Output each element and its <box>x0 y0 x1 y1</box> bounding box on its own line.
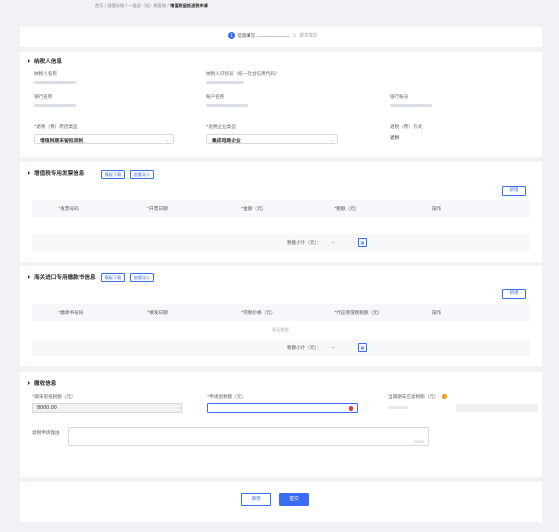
col-payment-no: *缴款书号码 <box>58 311 84 316</box>
step-2: 2 提交成功 <box>291 32 317 39</box>
submit-button[interactable]: 提交 <box>279 493 309 506</box>
apply-amount-input[interactable] <box>207 403 358 413</box>
refund-reason-select[interactable]: 增值税期末留抵退税 ⌄ <box>34 134 174 144</box>
vat-subtotal-row: 税额小计（元）： -- ▦ <box>32 234 530 251</box>
vat-template-download-button[interactable]: 模板下载 <box>101 170 125 179</box>
reason-textarea[interactable]: 0/300 <box>68 427 429 446</box>
customs-empty-text: 暂无数据 <box>272 327 289 332</box>
vat-subtotal: 税额小计（元）： -- <box>287 241 335 246</box>
caret-icon <box>28 170 30 175</box>
step-1-number: 1 <box>228 32 235 39</box>
footer-bar: 保存 提交 <box>20 482 542 522</box>
breadcrumb-home[interactable]: 首页 <box>95 3 103 8</box>
enterprise-type-label: *退税企业类型 <box>206 125 236 130</box>
calculator-icon[interactable]: ▦ <box>358 238 367 247</box>
taxpayer-id-label: 纳税人识别号（统一社会信用代码） <box>206 72 280 77</box>
collection-title: 缴收信息 <box>28 379 56 387</box>
customs-add-button[interactable]: 新增 <box>502 289 526 299</box>
refund-method-label: 退税（费）方式 <box>390 125 423 130</box>
col-amount: *金额（元） <box>241 207 267 212</box>
col-duty-price: *完税价格（元） <box>241 311 276 316</box>
taxpayer-id-value <box>206 81 244 84</box>
step-divider <box>257 35 289 37</box>
breadcrumb-current: 增值税留抵退税申请 <box>170 3 208 8</box>
save-button[interactable]: 保存 <box>241 493 271 506</box>
vat-add-button[interactable]: 新增 <box>502 186 526 196</box>
refund-reason-label: *退税（费）原因类型 <box>34 125 78 130</box>
caret-icon <box>28 274 30 279</box>
col-action: 操作 <box>432 311 442 316</box>
taxpayer-name-label: 纳税人名称 <box>34 72 57 77</box>
col-issue-date: *填发日期 <box>147 311 168 316</box>
col-vat-collected: *代征增值税税额（元） <box>334 311 383 316</box>
refund-method-value: 退税 <box>390 136 400 141</box>
apply-amount-label: *申请退税额（元） <box>207 395 247 400</box>
col-invoice-no: *发票号码 <box>58 207 79 212</box>
customs-batch-import-button[interactable]: 批量导入 <box>130 273 154 282</box>
step-1: 1 信息填写 <box>228 32 255 39</box>
account-name-value <box>206 104 248 107</box>
account-no-label: 银行账号 <box>390 95 409 100</box>
error-dot-icon <box>348 406 353 411</box>
customs-subtotal-row: 税额小计（元）： -- ▦ <box>32 339 530 356</box>
account-no-value <box>390 104 432 107</box>
period-end-input[interactable]: 8000.00 <box>32 403 182 413</box>
breadcrumb-tax[interactable]: 我要办税 <box>107 3 124 8</box>
breadcrumb-refund[interactable]: 一般退（抵）税管理 <box>128 3 166 8</box>
stepper-card: 1 信息填写 2 提交成功 <box>20 27 542 47</box>
enterprise-type-select[interactable]: 集成电路企业 ⌄ <box>206 134 338 144</box>
bank-name-label: 银行名称 <box>34 95 53 100</box>
customs-title: 海关进口专用缴款书信息 <box>28 273 96 281</box>
customs-section: 海关进口专用缴款书信息 模板下载 批量导入 新增 *缴款书号码 *填发日期 *完… <box>20 266 542 366</box>
collection-section: 缴收信息 *期末留抵税额（元） 8000.00 *申请退税额（元） 当期期末应退… <box>20 372 542 477</box>
vat-batch-import-button[interactable]: 批量导入 <box>130 170 154 179</box>
chevron-down-icon: ⌄ <box>165 137 169 142</box>
reason-counter: 0/300 <box>413 440 424 444</box>
vat-invoice-section: 增值税专用发票信息 模板下载 批量导入 新增 *发票号码 *开票日期 *金额（元… <box>20 162 542 262</box>
col-action: 操作 <box>432 207 442 212</box>
customs-subtotal: 税额小计（元）： -- <box>287 346 335 351</box>
current-refund-value <box>388 406 408 409</box>
caret-icon <box>28 58 30 63</box>
vat-table-header: *发票号码 *开票日期 *金额（元） *税额（元） 操作 <box>32 200 530 217</box>
vat-invoice-title: 增值税专用发票信息 <box>28 169 84 177</box>
current-refund-field <box>456 404 538 412</box>
col-invoice-date: *开票日期 <box>147 207 168 212</box>
step-1-label: 信息填写 <box>237 33 256 39</box>
bank-name-value <box>34 104 76 107</box>
step-2-number: 2 <box>293 33 296 38</box>
breadcrumb: 首页 / 我要办税 / 一般退（抵）税管理 / 增值税留抵退税申请 <box>95 3 208 8</box>
chevron-down-icon: ⌄ <box>329 137 333 142</box>
taxpayer-section: 纳税人信息 纳税人名称 纳税人识别号（统一社会信用代码） 银行名称 账户名称 银… <box>20 52 542 157</box>
step-2-label: 提交成功 <box>299 33 318 39</box>
current-refund-label: 当期期末应退税额（元） <box>388 394 447 400</box>
col-tax: *税额（元） <box>334 207 360 212</box>
calculator-icon[interactable]: ▦ <box>358 343 367 352</box>
account-name-label: 账户名称 <box>206 95 225 100</box>
period-end-label: *期末留抵税额（元） <box>32 395 76 400</box>
taxpayer-title: 纳税人信息 <box>28 57 62 65</box>
reason-label: 退税申请理由 <box>32 431 60 436</box>
customs-table-header: *缴款书号码 *填发日期 *完税价格（元） *代征增值税税额（元） 操作 <box>32 304 530 321</box>
warning-icon[interactable] <box>442 394 447 399</box>
taxpayer-name-value <box>34 81 76 84</box>
customs-template-download-button[interactable]: 模板下载 <box>101 273 125 282</box>
caret-icon <box>28 380 30 385</box>
